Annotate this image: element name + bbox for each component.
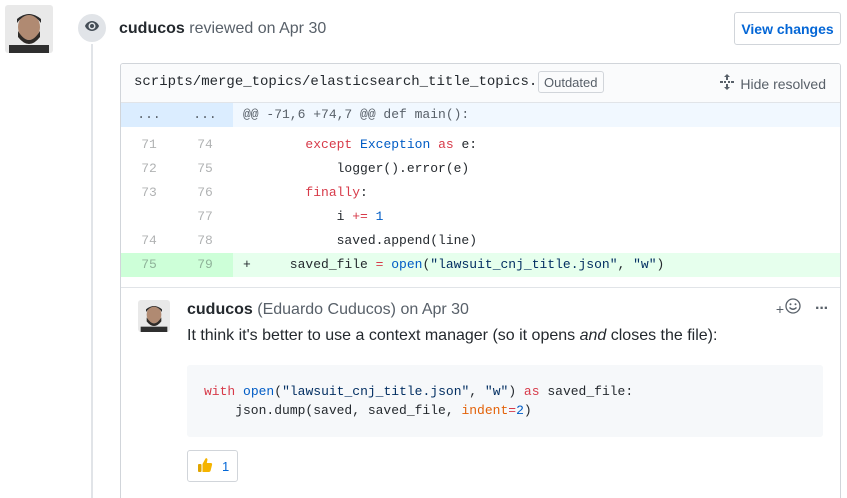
old-line-number[interactable]: 72	[121, 157, 177, 181]
comment-avatar[interactable]	[138, 300, 170, 332]
hide-resolved-label: Hide resolved	[740, 75, 826, 92]
review-thread: scripts/merge_topics/elasticsearch_title…	[120, 63, 841, 498]
diff-row: 72 75 logger().error(e)	[121, 157, 840, 181]
new-line-number[interactable]: 75	[177, 157, 233, 181]
hunk-expand-old[interactable]: ...	[121, 103, 177, 127]
hunk-expand-new[interactable]: ...	[177, 103, 233, 127]
old-line-number[interactable]: 75	[121, 253, 177, 277]
comment-fullname: (Eduardo Cuducos)	[257, 301, 396, 318]
avatar[interactable]	[5, 5, 53, 53]
diff-hunk-row: ... ... @@ -71,6 +74,7 @@ def main():	[121, 103, 840, 127]
new-line-number[interactable]: 78	[177, 229, 233, 253]
diff-row-added: 75 79 + saved_file = open("lawsuit_cnj_t…	[121, 253, 840, 277]
code-line: + saved_file = open("lawsuit_cnj_title.j…	[243, 257, 665, 272]
old-line-number[interactable]: 74	[121, 229, 177, 253]
smiley-icon	[785, 298, 801, 319]
file-header: scripts/merge_topics/elasticsearch_title…	[121, 64, 840, 103]
review-header: cuducos reviewed on Apr 30	[119, 20, 326, 38]
diff-row: 74 78 saved.append(line)	[121, 229, 840, 253]
code-line: except Exception as e:	[305, 137, 478, 152]
diff-row: 71 74 except Exception as e:	[121, 133, 840, 157]
outdated-label: Outdated	[538, 71, 604, 93]
review-comment: cuducos (Eduardo Cuducos) on Apr 30 + ··…	[121, 287, 840, 498]
old-line-number[interactable]: 73	[121, 181, 177, 205]
comment-code-block: with open("lawsuit_cnj_title.json", "w")…	[187, 365, 823, 437]
eye-icon	[84, 18, 100, 39]
code-line: i += 1	[243, 209, 384, 224]
new-line-number[interactable]: 76	[177, 181, 233, 205]
comment-body: It think it's better to use a context ma…	[187, 327, 718, 344]
new-line-number[interactable]: 74	[177, 133, 233, 157]
hunk-header: @@ -71,6 +74,7 @@ def main():	[243, 107, 470, 122]
kebab-horizontal-icon[interactable]: ···	[815, 300, 829, 318]
hide-resolved-button[interactable]: Hide resolved	[720, 74, 826, 93]
review-action: reviewed on	[189, 20, 276, 37]
thumbsup-reaction-button[interactable]: 1	[187, 450, 239, 482]
add-reaction-plus: +	[775, 300, 785, 317]
file-path[interactable]: scripts/merge_topics/elasticsearch_title…	[134, 74, 554, 90]
diff-row: 77 i += 1	[121, 205, 840, 229]
code-line: finally:	[305, 185, 368, 200]
reaction-count: 1	[222, 458, 230, 474]
view-changes-button[interactable]: View changes	[734, 12, 841, 45]
comment-author[interactable]: cuducos	[187, 301, 253, 318]
review-date[interactable]: Apr 30	[279, 20, 326, 37]
comment-on: on	[400, 301, 419, 318]
review-author[interactable]: cuducos	[119, 20, 185, 37]
thumbsup-icon	[196, 456, 214, 477]
comment-header: cuducos (Eduardo Cuducos) on Apr 30	[187, 301, 469, 319]
timeline-line	[91, 44, 93, 498]
code-line: logger().error(e)	[243, 161, 470, 176]
comment-actions: + ···	[776, 298, 829, 319]
review-badge	[76, 12, 108, 44]
new-line-number[interactable]: 77	[177, 205, 233, 229]
unfold-icon	[720, 74, 735, 93]
add-reaction-button[interactable]: +	[776, 298, 801, 319]
old-line-number[interactable]: 71	[121, 133, 177, 157]
diff-row: 73 76 finally:	[121, 181, 840, 205]
comment-date[interactable]: Apr 30	[422, 301, 469, 318]
code-line: saved.append(line)	[243, 233, 478, 248]
new-line-number[interactable]: 79	[177, 253, 233, 277]
